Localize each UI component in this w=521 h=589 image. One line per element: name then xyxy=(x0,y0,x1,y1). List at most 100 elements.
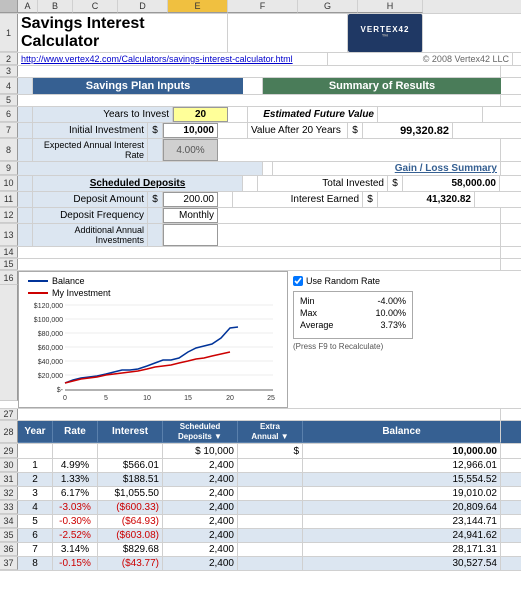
chart-legend: Balance My Investment xyxy=(28,276,283,298)
td-rate-init xyxy=(53,444,98,458)
row-num-3: 3 xyxy=(0,66,18,77)
initial-value[interactable]: 10,000 xyxy=(163,123,218,138)
td-balance-1: 12,966.01 xyxy=(303,459,501,472)
years-value[interactable]: 20 xyxy=(173,107,228,122)
row-num-5: 5 xyxy=(0,95,18,106)
r10-gap xyxy=(243,176,258,191)
td-rate-2: 1.33% xyxy=(53,473,98,486)
r9-gap xyxy=(263,162,273,175)
r9-left xyxy=(18,162,263,175)
r4-gap xyxy=(243,78,263,94)
col-header-g: G xyxy=(298,0,358,13)
td-year-5: 5 xyxy=(18,515,53,528)
rate-max-row: Max 10.00% xyxy=(300,308,406,318)
r15-empty xyxy=(18,259,501,270)
legend-investment-label: My Investment xyxy=(52,288,111,298)
td-interest-3: $1,055.50 xyxy=(98,487,163,500)
initial-dollar: $ xyxy=(148,123,163,138)
td-sched-init: $ 10,000 xyxy=(163,444,238,458)
r12-a xyxy=(18,208,33,223)
row-num-27: 27 xyxy=(0,409,18,420)
r13-spacer xyxy=(148,224,163,246)
col-header-d: D xyxy=(118,0,168,13)
td-rate-5: -0.30% xyxy=(53,515,98,528)
interest-earned-label: Interest Earned xyxy=(233,192,363,207)
td-extra-3 xyxy=(238,487,303,500)
svg-text:20: 20 xyxy=(226,395,234,400)
th-interest: Interest xyxy=(98,421,163,443)
td-year-7: 7 xyxy=(18,543,53,556)
interest-dollar: $ xyxy=(363,192,378,207)
rate-min-label: Min xyxy=(300,296,315,306)
r14-empty xyxy=(18,247,501,258)
td-rate-8: -0.15% xyxy=(53,557,98,570)
row-num-11: 11 xyxy=(0,192,18,207)
th-year: Year xyxy=(18,421,53,443)
td-extra-2 xyxy=(238,473,303,486)
logo: VERTEX42 ™ xyxy=(348,14,423,52)
total-invested-dollar: $ xyxy=(388,176,403,191)
row-num-13: 13 xyxy=(0,224,18,246)
deposit-freq-value[interactable]: Monthly xyxy=(163,208,218,223)
value-amount: 99,320.82 xyxy=(363,123,453,138)
legend-balance-line xyxy=(28,280,48,282)
row-num-2: 2 xyxy=(0,53,18,65)
td-rate-6: -2.52% xyxy=(53,529,98,542)
svg-text:5: 5 xyxy=(104,395,108,400)
td-year-3: 3 xyxy=(18,487,53,500)
r11-gap xyxy=(218,192,233,207)
svg-text:$100,000: $100,000 xyxy=(34,317,63,324)
td-extra-8 xyxy=(238,557,303,570)
td-sched-3: 2,400 xyxy=(163,487,238,500)
row-num-9: 9 xyxy=(0,162,18,175)
r8-a xyxy=(18,139,33,161)
chart-svg: $120,000 $100,000 $80,000 $60,000 $40,00… xyxy=(23,300,283,400)
svg-text:0: 0 xyxy=(63,395,67,400)
svg-text:$40,000: $40,000 xyxy=(38,359,63,366)
interest-value: 4.00% xyxy=(163,139,218,161)
deposits-header: Scheduled Deposits xyxy=(33,176,243,191)
logo-sub: ™ xyxy=(382,34,389,41)
td-year-4: 4 xyxy=(18,501,53,514)
random-rate-label: Use Random Rate xyxy=(306,276,380,286)
row-num-16: 16 xyxy=(0,271,18,285)
r11-a xyxy=(18,192,33,207)
deposit-value[interactable]: 200.00 xyxy=(163,192,218,207)
row-num-35: 35 xyxy=(0,529,18,542)
row-num-32: 32 xyxy=(0,487,18,500)
td-balance-8: 30,527.54 xyxy=(303,557,501,570)
svg-text:25: 25 xyxy=(267,395,275,400)
chart-area: Balance My Investment $120,000 $100,000 … xyxy=(18,271,288,408)
random-rate-checkbox-row[interactable]: Use Random Rate xyxy=(293,276,488,286)
svg-text:$120,000: $120,000 xyxy=(34,303,63,310)
td-interest-4: ($600.33) xyxy=(98,501,163,514)
th-extra-arrow: Annual ▼ xyxy=(251,432,288,442)
row-num-17-26 xyxy=(0,285,18,401)
td-interest-7: $829.68 xyxy=(98,543,163,556)
td-sched-8: 2,400 xyxy=(163,557,238,570)
row-num-33: 33 xyxy=(0,501,18,514)
td-balance-4: 20,809.64 xyxy=(303,501,501,514)
random-rate-checkbox[interactable] xyxy=(293,276,303,286)
rate-avg-value: 3.73% xyxy=(380,320,406,330)
r13-a xyxy=(18,224,33,246)
col-header-b: B xyxy=(38,0,73,13)
td-balance-5: 23,144.71 xyxy=(303,515,501,528)
url-cell[interactable]: http://www.vertex42.com/Calculators/savi… xyxy=(18,53,328,65)
td-sched-2: 2,400 xyxy=(163,473,238,486)
r4-a xyxy=(18,78,33,94)
annual-inv-value[interactable] xyxy=(163,224,218,246)
row-num-14: 14 xyxy=(0,247,18,258)
row3-empty xyxy=(18,66,501,77)
row-num-1: 1 xyxy=(0,14,18,52)
row-num-34: 34 xyxy=(0,515,18,528)
col-header-c: C xyxy=(73,0,118,13)
td-interest-8: ($43.77) xyxy=(98,557,163,570)
r8-rhs xyxy=(218,139,501,161)
td-interest-5: ($64.93) xyxy=(98,515,163,528)
annual-inv-label: Additional Annual Investments xyxy=(33,224,148,246)
td-interest-6: ($603.08) xyxy=(98,529,163,542)
spreadsheet: A B C D E F G H 1 Savings Interest Calcu… xyxy=(0,0,521,571)
r8-spacer xyxy=(148,139,163,161)
deposit-dollar: $ xyxy=(148,192,163,207)
